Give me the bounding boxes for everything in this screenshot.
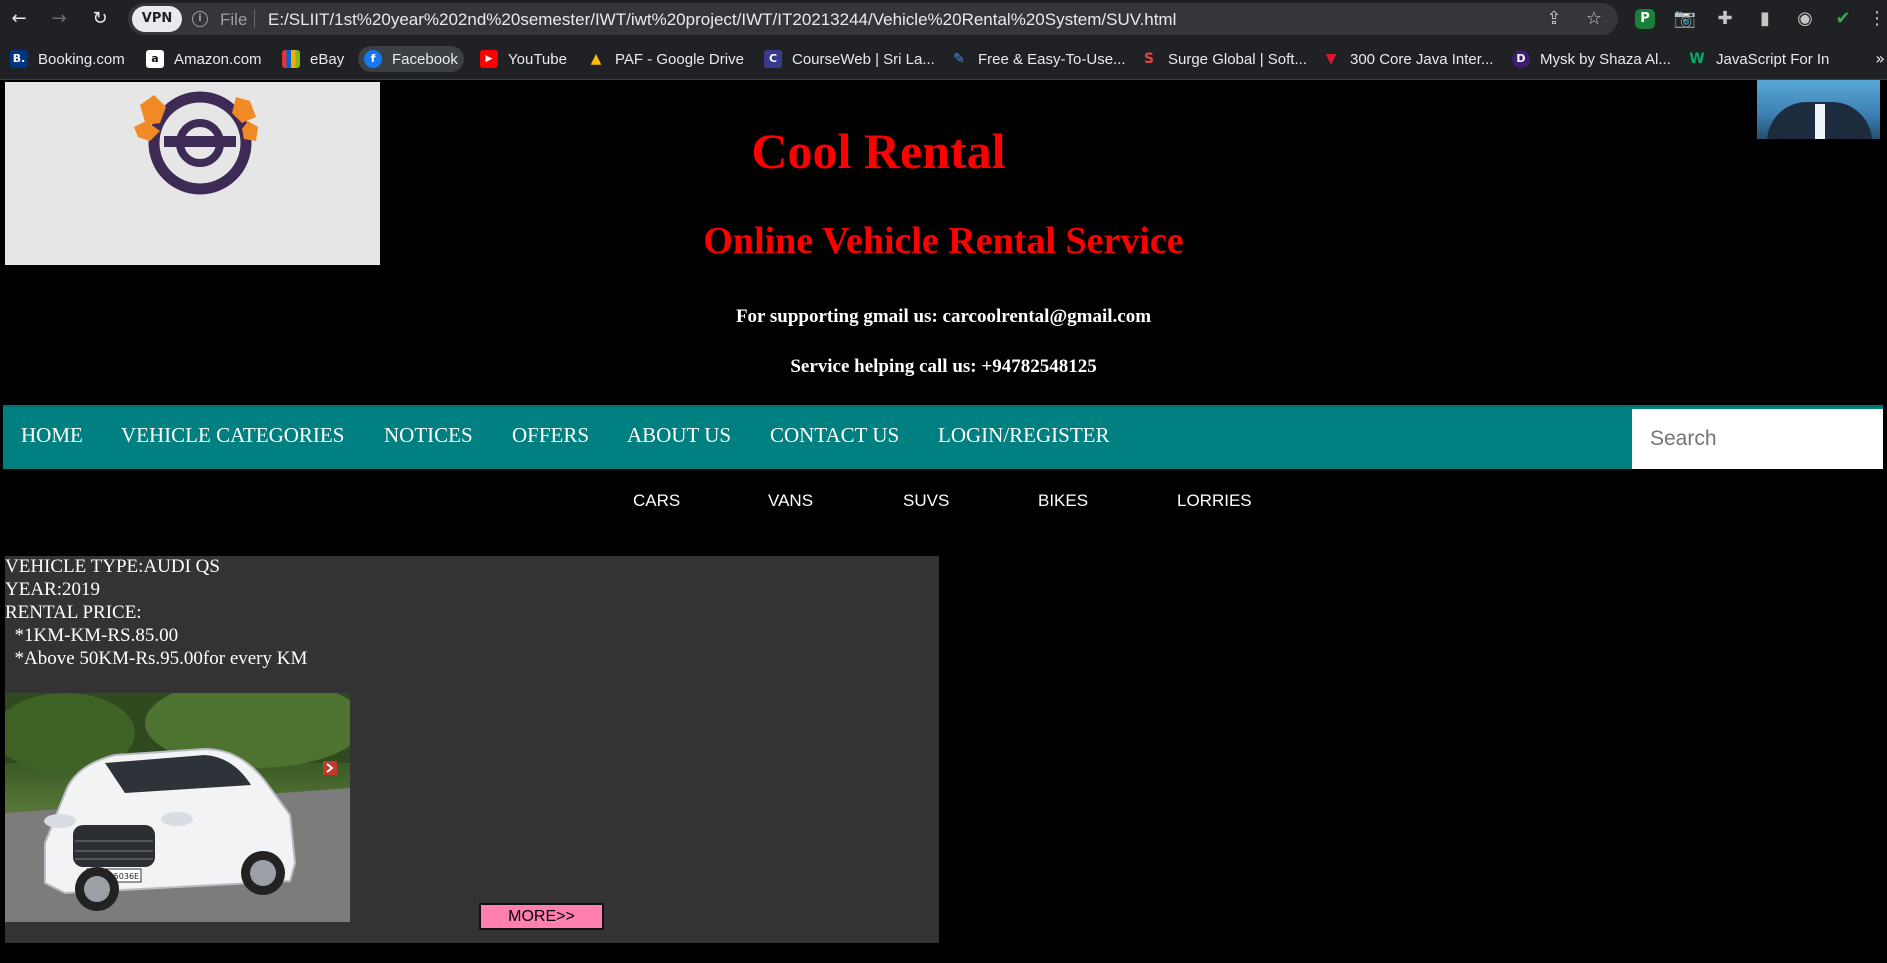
bookmark-free-easy[interactable]: ✎ Free & Easy-To-Use... bbox=[950, 46, 1126, 72]
address-separator bbox=[254, 10, 255, 28]
javascript-icon: W bbox=[1689, 51, 1705, 67]
youtube-icon: ▶ bbox=[480, 50, 498, 68]
nav-login-register[interactable]: LOGIN/REGISTER bbox=[938, 423, 1110, 448]
bookmark-label: Surge Global | Soft... bbox=[1168, 50, 1307, 68]
facebook-icon: f bbox=[364, 50, 382, 68]
bookmark-label: Booking.com bbox=[38, 50, 125, 68]
subnav-bikes[interactable]: BIKES bbox=[1038, 491, 1088, 511]
avatar-shirt bbox=[1815, 104, 1825, 139]
bookmark-javascript[interactable]: W JavaScript For In bbox=[1688, 46, 1829, 72]
subnav-lorries[interactable]: LORRIES bbox=[1177, 491, 1252, 511]
more-button[interactable]: MORE>> bbox=[479, 903, 604, 930]
nav-notices[interactable]: NOTICES bbox=[384, 423, 473, 448]
vehicle-type-text: VEHICLE TYPE:AUDI QS bbox=[5, 556, 220, 577]
price-per-km-text: *1KM-KM-RS.85.00 bbox=[5, 625, 179, 646]
bookmark-label: CourseWeb | Sri La... bbox=[792, 50, 935, 68]
reload-icon[interactable]: ↻ bbox=[87, 6, 113, 32]
courseweb-icon: C bbox=[764, 50, 782, 68]
bookmark-courseweb[interactable]: C CourseWeb | Sri La... bbox=[764, 46, 935, 72]
browser-toolbar: ← → ↻ VPN i File E:/SLIIT/1st%20year%202… bbox=[0, 0, 1887, 38]
more-bookmarks-icon[interactable]: » bbox=[1875, 46, 1885, 72]
java-icon: ▼ bbox=[1325, 51, 1337, 67]
extension-p-icon[interactable]: P bbox=[1635, 9, 1655, 29]
bookmark-label: Free & Easy-To-Use... bbox=[978, 50, 1126, 68]
bookmark-booking[interactable]: B. Booking.com bbox=[10, 46, 125, 72]
search-input[interactable] bbox=[1632, 409, 1883, 469]
nav-home[interactable]: HOME bbox=[21, 423, 83, 448]
main-navbar: HOME VEHICLE CATEGORIES NOTICES OFFERS A… bbox=[3, 405, 1883, 469]
subnav-vans[interactable]: VANS bbox=[768, 491, 813, 511]
vehicle-card: VEHICLE TYPE:AUDI QS YEAR:2019 RENTAL PR… bbox=[5, 556, 939, 943]
nav-offers[interactable]: OFFERS bbox=[512, 423, 589, 448]
amazon-icon: a bbox=[146, 50, 164, 68]
info-icon[interactable]: i bbox=[192, 11, 208, 27]
vehicle-year-text: YEAR:2019 bbox=[5, 579, 100, 600]
bookmark-facebook[interactable]: f Facebook bbox=[358, 46, 464, 72]
bookmark-star-icon[interactable]: ☆ bbox=[1582, 7, 1606, 31]
rental-price-label: RENTAL PRICE: bbox=[5, 602, 142, 623]
site-title: Cool Rental bbox=[751, 123, 1006, 179]
bookmark-google-drive[interactable]: ▲ PAF - Google Drive bbox=[587, 46, 744, 72]
mysk-icon: D bbox=[1512, 50, 1530, 68]
bookmark-label: YouTube bbox=[508, 50, 567, 68]
menu-dots-icon[interactable]: ⋮ bbox=[1864, 6, 1887, 32]
bookmark-label: Facebook bbox=[392, 50, 458, 68]
shield-check-icon[interactable]: ✔ bbox=[1830, 6, 1856, 32]
bookmark-label: 300 Core Java Inter... bbox=[1350, 50, 1494, 68]
bookmark-surge-global[interactable]: S Surge Global | Soft... bbox=[1140, 46, 1307, 72]
subnav-suvs[interactable]: SUVS bbox=[903, 491, 949, 511]
bookmark-label: JavaScript For In bbox=[1716, 50, 1830, 68]
share-icon[interactable]: ⇪ bbox=[1542, 7, 1566, 31]
nav-vehicle-categories[interactable]: VEHICLE CATEGORIES bbox=[121, 423, 344, 448]
subnav-cars[interactable]: CARS bbox=[633, 491, 680, 511]
google-drive-icon: ▲ bbox=[590, 51, 602, 67]
site-subtitle: Online Vehicle Rental Service bbox=[703, 220, 1184, 262]
side-panel-icon[interactable]: ▮ bbox=[1752, 6, 1778, 32]
file-label: File bbox=[220, 10, 248, 29]
puzzle-extensions-icon[interactable]: ✚ bbox=[1712, 6, 1738, 32]
vpn-badge[interactable]: VPN bbox=[132, 6, 182, 32]
bookmark-label: eBay bbox=[310, 50, 345, 68]
forward-arrow-icon[interactable]: → bbox=[46, 6, 72, 32]
bookmark-label: PAF - Google Drive bbox=[615, 50, 744, 68]
address-bar[interactable]: VPN i File E:/SLIIT/1st%20year%202nd%20s… bbox=[128, 3, 1618, 35]
free-easy-icon: ✎ bbox=[953, 51, 965, 67]
surge-global-icon: S bbox=[1143, 51, 1155, 67]
support-phone-text: Service helping call us: +94782548125 bbox=[790, 356, 1097, 377]
booking-icon: B. bbox=[10, 50, 28, 68]
suv-car-icon: IN · Q 5036E bbox=[5, 693, 350, 922]
bookmark-mysk[interactable]: D Mysk by Shaza Al... bbox=[1512, 46, 1671, 72]
avatar bbox=[1757, 80, 1880, 139]
bookmark-label: Amazon.com bbox=[174, 50, 262, 68]
bookmarks-bar: B. Booking.com a Amazon.com eBay f Faceb… bbox=[0, 38, 1887, 80]
support-email-text: For supporting gmail us: carcoolrental@g… bbox=[735, 306, 1152, 327]
price-above-50km-text: *Above 50KM-Rs.95.00for every KM bbox=[5, 648, 308, 669]
bookmark-label: Mysk by Shaza Al... bbox=[1540, 50, 1671, 68]
back-arrow-icon[interactable]: ← bbox=[6, 6, 32, 32]
bookmark-youtube[interactable]: ▶ YouTube bbox=[480, 46, 567, 72]
url-text[interactable]: E:/SLIIT/1st%20year%202nd%20semester/IWT… bbox=[268, 10, 1176, 30]
bookmark-ebay[interactable]: eBay bbox=[282, 46, 344, 72]
profile-icon[interactable]: ◉ bbox=[1792, 6, 1818, 32]
ebay-icon bbox=[282, 50, 300, 68]
nav-about-us[interactable]: ABOUT US bbox=[627, 423, 731, 448]
bookmark-amazon[interactable]: a Amazon.com bbox=[146, 46, 262, 72]
page-content: Cool Rental Online Vehicle Rental Servic… bbox=[0, 80, 1887, 963]
nav-contact-us[interactable]: CONTACT US bbox=[770, 423, 899, 448]
vehicle-photo: IN · Q 5036E bbox=[5, 693, 350, 922]
camera-icon[interactable]: 📷 bbox=[1672, 6, 1698, 32]
bookmark-core-java[interactable]: ▼ 300 Core Java Inter... bbox=[1322, 46, 1494, 72]
